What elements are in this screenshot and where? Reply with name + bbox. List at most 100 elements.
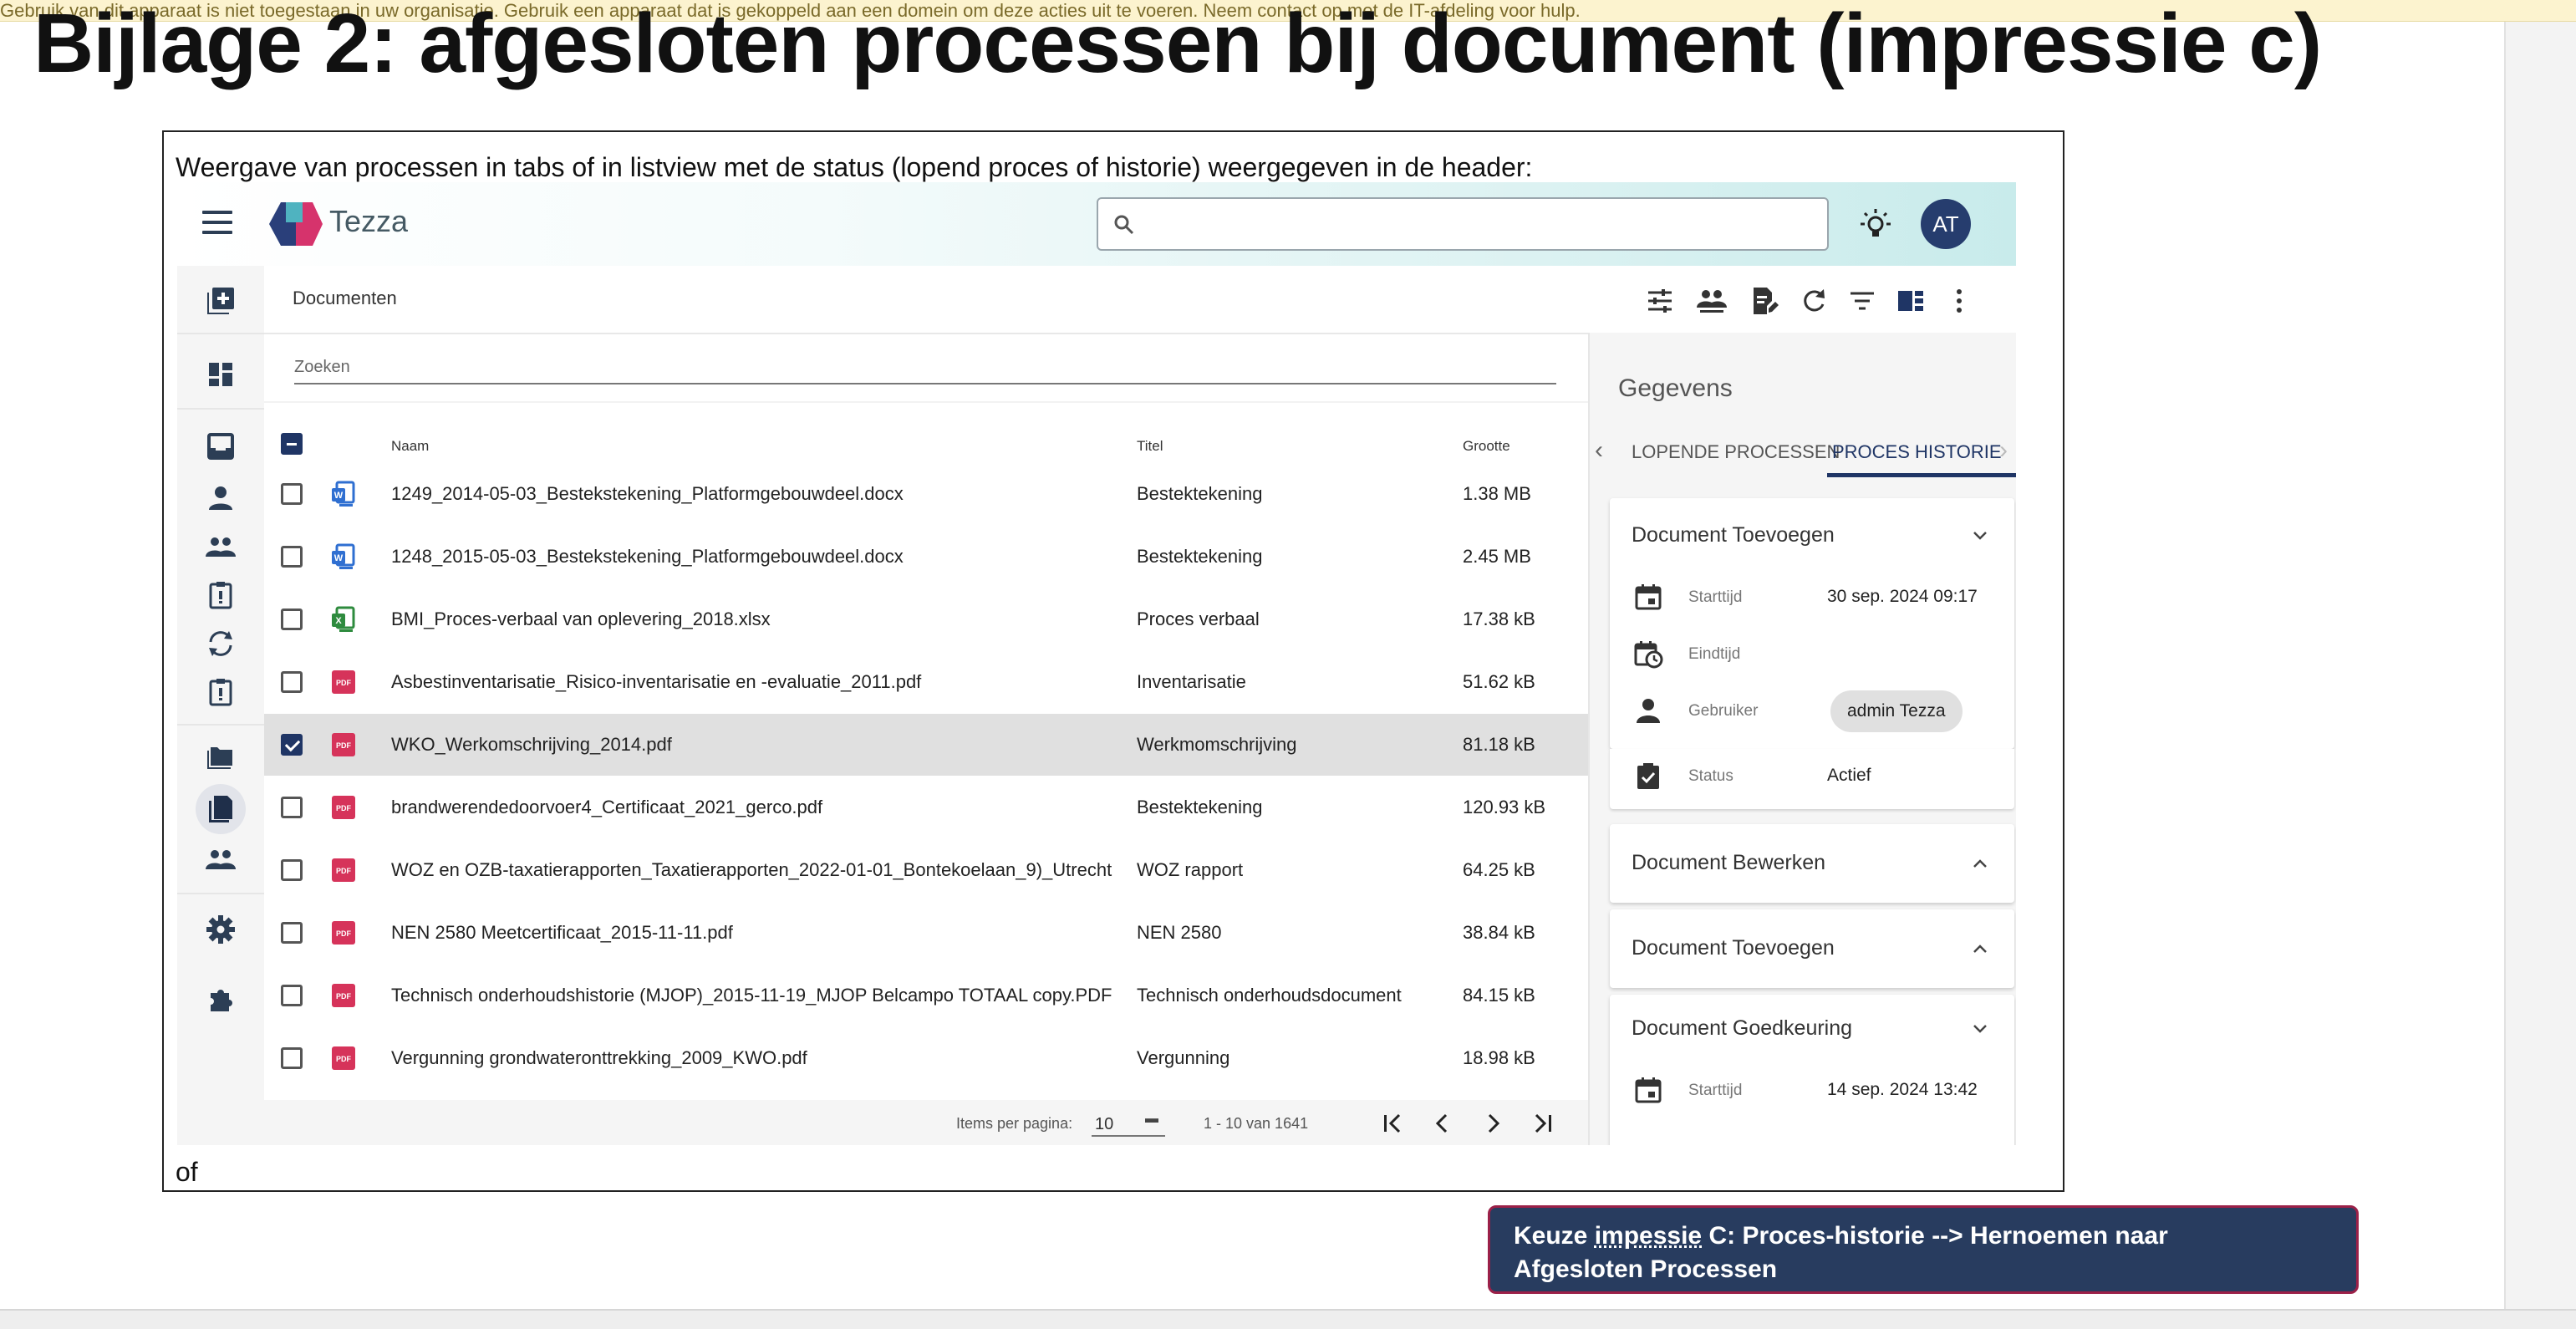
- last-page-icon[interactable]: [1528, 1108, 1558, 1138]
- callout-line-2: Afgesloten Processen: [1514, 1255, 1778, 1283]
- column-header-size[interactable]: Grootte: [1463, 438, 1510, 455]
- status-bar: [0, 1309, 2576, 1329]
- field-label-starttijd: Starttijd: [1688, 1082, 1743, 1099]
- cell-document-title: Vergunning: [1137, 1047, 1230, 1068]
- list-search-placeholder: Zoeken: [294, 358, 350, 376]
- items-per-page-select[interactable]: 10 ▬: [1092, 1110, 1165, 1137]
- tab-scroll-right-icon[interactable]: ›: [1999, 436, 2008, 465]
- table-row[interactable]: X BMI_Proces-verbaal van oplevering_2018.…: [264, 588, 1588, 650]
- process-card-title: Document Bewerken: [1632, 851, 1826, 874]
- global-search-input[interactable]: [1097, 197, 1829, 251]
- row-checkbox[interactable]: [281, 859, 303, 881]
- svg-text:W: W: [334, 553, 344, 563]
- table-row[interactable]: PDF Vergunning grondwateronttrekking_2009…: [264, 1027, 1588, 1089]
- process-card-document-toevoegen-2[interactable]: Document Toevoegen: [1610, 909, 2014, 988]
- folder-icon[interactable]: [204, 739, 237, 772]
- documents-icon[interactable]: [204, 792, 237, 826]
- cell-document-title: Bestektekening: [1137, 797, 1263, 817]
- table-row[interactable]: PDF WKO_Werkomschrijving_2014.pdf Werkmoms…: [264, 714, 1588, 776]
- cell-document-name: WKO_Werkomschrijving_2014.pdf: [391, 734, 672, 755]
- filter-icon[interactable]: [1845, 284, 1879, 318]
- excel-file-icon: X: [329, 605, 358, 634]
- tune-icon[interactable]: [1643, 284, 1677, 318]
- brand-name: Tezza: [329, 204, 409, 238]
- inbox-icon[interactable]: [204, 430, 237, 463]
- svg-text:PDF: PDF: [336, 867, 352, 875]
- screen: Gebruik van dit apparaat is niet toegest…: [0, 0, 2576, 1329]
- process-card-title: Document Toevoegen: [1632, 936, 1835, 960]
- group-icon[interactable]: [204, 530, 237, 563]
- tab-scroll-left-icon[interactable]: ‹: [1595, 436, 1603, 465]
- callout-line-1: Keuze impessie C: Proces-historie --> He…: [1514, 1222, 2168, 1250]
- extension-puzzle-icon[interactable]: [204, 983, 237, 1016]
- chevron-down-icon[interactable]: [1971, 527, 1989, 545]
- word-file-icon: W: [329, 480, 358, 508]
- refresh-icon[interactable]: [1797, 284, 1830, 318]
- row-checkbox[interactable]: [281, 546, 303, 568]
- pdf-file-icon: PDF: [329, 731, 358, 759]
- tezza-logo-icon: [266, 199, 326, 249]
- chevron-up-icon[interactable]: [1971, 854, 1989, 873]
- list-search-input[interactable]: Zoeken: [294, 351, 1556, 384]
- process-card-document-bewerken[interactable]: Document Bewerken: [1610, 824, 2014, 903]
- cell-document-title: Bestektekening: [1137, 546, 1263, 567]
- table-row[interactable]: PDF Asbestinventarisatie_Risico-inventari…: [264, 651, 1588, 713]
- calendar-icon: [1633, 582, 1663, 612]
- chevron-down-icon[interactable]: [1971, 1020, 1989, 1038]
- column-header-title[interactable]: Titel: [1137, 438, 1163, 455]
- cell-document-title: Inventarisatie: [1137, 671, 1246, 692]
- column-header-name[interactable]: Naam: [391, 438, 429, 455]
- tab-lopende-processen[interactable]: LOPENDE PROCESSEN: [1632, 441, 1840, 463]
- table-row[interactable]: W 1248_2015-05-03_Bestekstekening_Platfor…: [264, 526, 1588, 588]
- row-checkbox[interactable]: [281, 734, 303, 756]
- row-checkbox[interactable]: [281, 483, 303, 505]
- clipboard-icon[interactable]: [204, 578, 237, 612]
- cell-document-name: Asbestinventarisatie_Risico-inventarisat…: [391, 671, 922, 692]
- edit-document-icon[interactable]: [1747, 284, 1780, 318]
- process-card-title[interactable]: Document Goedkeuring: [1632, 1016, 1852, 1041]
- settings-gear-icon[interactable]: [204, 913, 237, 946]
- user-chip[interactable]: admin Tezza: [1830, 690, 1963, 732]
- row-checkbox[interactable]: [281, 985, 303, 1006]
- users-icon[interactable]: [204, 843, 237, 876]
- person-icon[interactable]: [204, 481, 237, 515]
- table-row[interactable]: PDF brandwerendedoorvoer4_Certificaat_202…: [264, 777, 1588, 838]
- process-tabs: ‹ LOPENDE PROCESSEN PROCES HISTORIE ›: [1590, 425, 2016, 478]
- user-avatar[interactable]: AT: [1921, 199, 1971, 249]
- documents-toolbar: Documenten: [264, 266, 2016, 333]
- cell-document-name: 1249_2014-05-03_Bestekstekening_Platform…: [391, 483, 904, 504]
- row-checkbox[interactable]: [281, 1047, 303, 1069]
- table-row[interactable]: PDF NEN 2580 Meetcertificaat_2015-11-11.p…: [264, 902, 1588, 964]
- previous-page-icon[interactable]: [1428, 1108, 1458, 1138]
- tab-proces-historie[interactable]: PROCES HISTORIE: [1832, 441, 2002, 463]
- process-card-title[interactable]: Document Toevoegen: [1632, 523, 1835, 547]
- dashboard-icon[interactable]: [204, 358, 237, 391]
- chevron-up-icon[interactable]: [1971, 939, 1989, 958]
- row-checkbox[interactable]: [281, 608, 303, 630]
- paginator: Items per pagina: 10 ▬ 1 - 10 van 1641: [264, 1100, 1588, 1145]
- details-panel-toggle-icon[interactable]: [1894, 284, 1927, 318]
- search-icon: [1112, 212, 1137, 237]
- select-all-checkbox[interactable]: [281, 433, 303, 455]
- group-share-icon[interactable]: [1695, 284, 1728, 318]
- add-document-icon[interactable]: [204, 284, 237, 318]
- next-page-icon[interactable]: [1478, 1108, 1508, 1138]
- sync-icon[interactable]: [204, 627, 237, 660]
- table-row[interactable]: PDF Technisch onderhoudshistorie (MJOP)_2…: [264, 965, 1588, 1026]
- clipboard-alert-icon[interactable]: [204, 675, 237, 709]
- row-checkbox[interactable]: [281, 797, 303, 818]
- lightbulb-icon[interactable]: [1857, 207, 1894, 244]
- more-vert-icon[interactable]: [1942, 284, 1976, 318]
- cell-document-size: 18.98 kB: [1463, 1047, 1535, 1068]
- row-checkbox[interactable]: [281, 922, 303, 944]
- first-page-icon[interactable]: [1377, 1108, 1408, 1138]
- process-card-document-goedkeuring: Document Goedkeuring Starttijd 14 sep. 2…: [1610, 995, 2014, 1145]
- pdf-file-icon: PDF: [329, 1044, 358, 1072]
- table-row[interactable]: PDF WOZ en OZB-taxatierapporten_Taxatiera…: [264, 839, 1588, 901]
- row-checkbox[interactable]: [281, 671, 303, 693]
- side-scroll-strip[interactable]: [2504, 22, 2576, 1309]
- table-row[interactable]: W 1249_2014-05-03_Bestekstekening_Platfor…: [264, 463, 1588, 525]
- field-value-status: Actief: [1827, 766, 1871, 785]
- svg-text:PDF: PDF: [336, 679, 352, 687]
- menu-icon[interactable]: [202, 211, 232, 236]
